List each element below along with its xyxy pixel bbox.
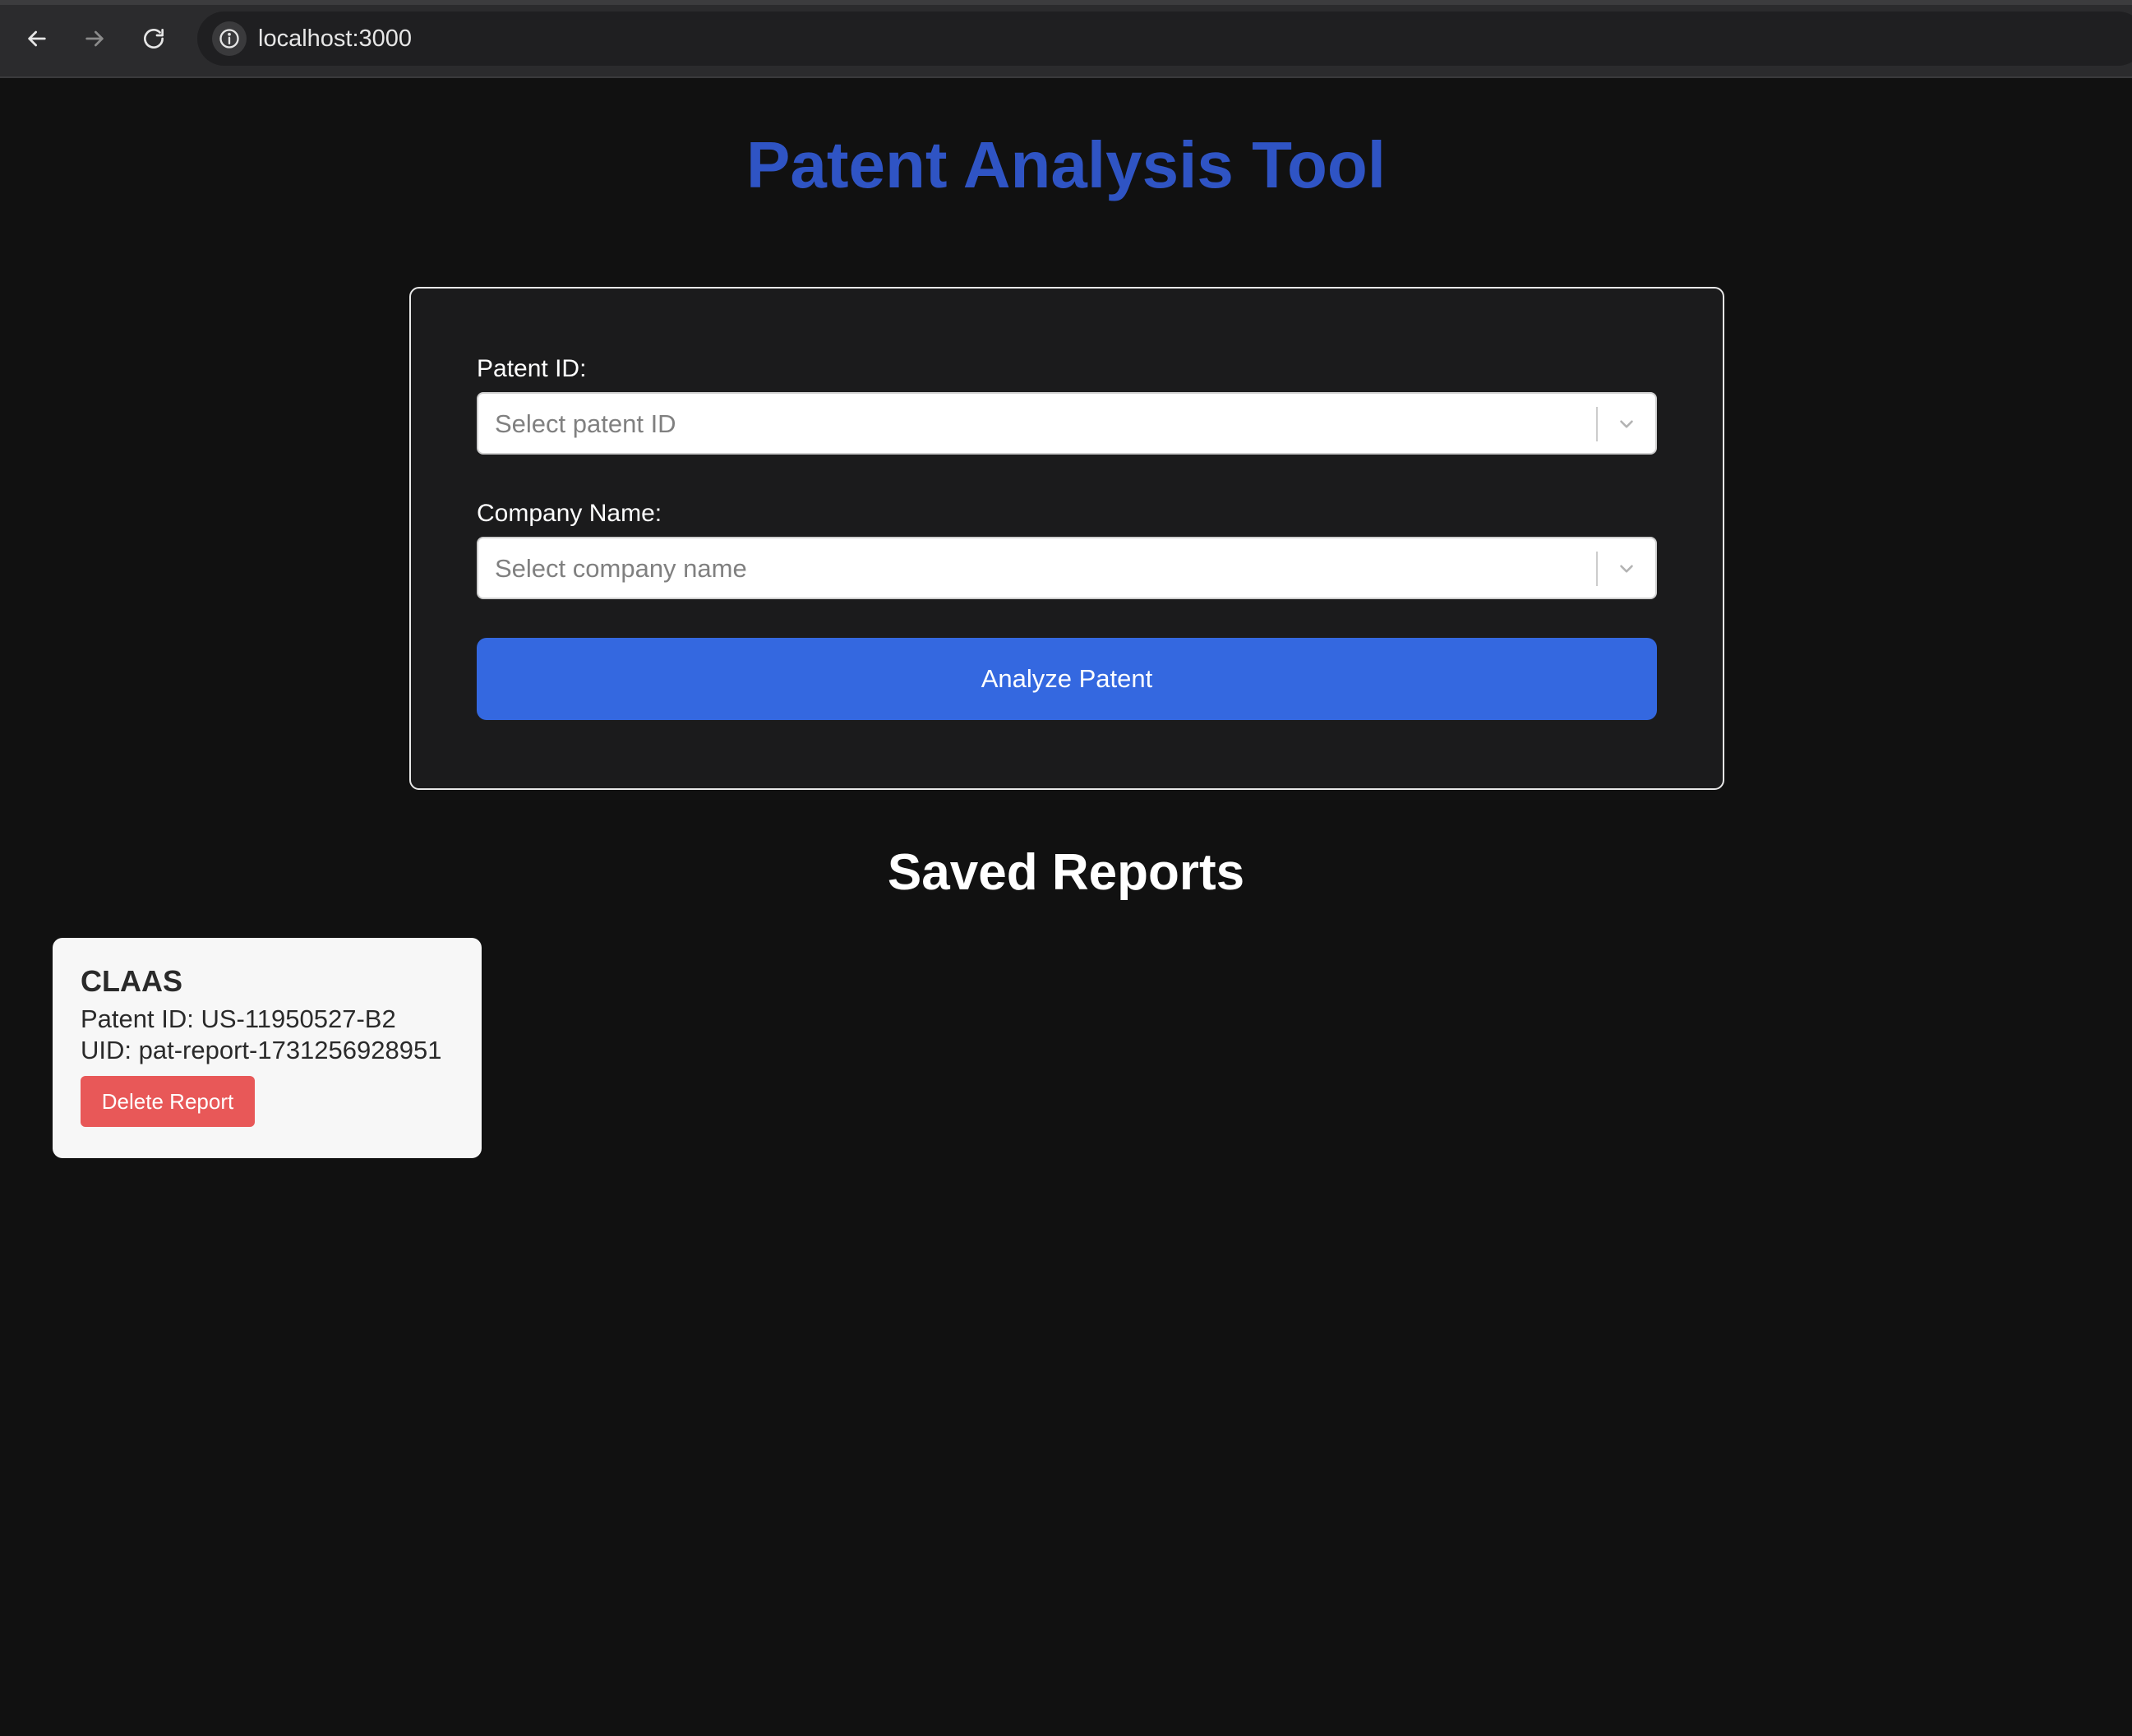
report-card: CLAAS Patent ID: US-11950527-B2 UID: pat… xyxy=(53,938,482,1158)
select-separator xyxy=(1596,407,1598,441)
saved-reports-heading: Saved Reports xyxy=(887,844,1245,901)
url-text[interactable]: localhost:3000 xyxy=(258,24,412,53)
address-bar[interactable]: localhost:3000 xyxy=(197,12,2132,66)
info-icon xyxy=(219,29,239,48)
analysis-form: Patent ID: Select patent ID Company Name… xyxy=(409,287,1724,790)
report-patent-id: Patent ID: US-11950527-B2 xyxy=(81,1004,396,1033)
analyze-patent-button[interactable]: Analyze Patent xyxy=(477,638,1657,720)
chevron-down-icon[interactable] xyxy=(1611,409,1642,440)
page-title: Patent Analysis Tool xyxy=(746,128,1386,201)
delete-report-button[interactable]: Delete Report xyxy=(81,1076,255,1127)
patent-id-select[interactable]: Select patent ID xyxy=(477,392,1657,455)
forward-button[interactable] xyxy=(74,18,115,59)
company-name-select[interactable]: Select company name xyxy=(477,537,1657,599)
report-uid: UID: pat-report-1731256928951 xyxy=(81,1036,442,1064)
browser-tab-strip xyxy=(0,0,2132,5)
company-name-label: Company Name: xyxy=(477,500,662,527)
forward-arrow-icon xyxy=(85,30,104,47)
back-arrow-icon xyxy=(28,30,46,47)
reload-icon xyxy=(144,29,164,48)
patent-id-placeholder: Select patent ID xyxy=(495,409,676,438)
back-button[interactable] xyxy=(16,18,58,59)
browser-toolbar: localhost:3000 xyxy=(0,0,2132,78)
patent-id-label: Patent ID: xyxy=(477,355,587,382)
site-info-button[interactable] xyxy=(212,21,247,56)
company-name-placeholder: Select company name xyxy=(495,554,747,583)
chevron-down-icon[interactable] xyxy=(1611,553,1642,584)
select-separator xyxy=(1596,552,1598,586)
reload-button[interactable] xyxy=(133,18,174,59)
page-content: Patent Analysis Tool Patent ID: Select p… xyxy=(0,78,2132,1736)
report-company-name: CLAAS xyxy=(81,964,182,998)
